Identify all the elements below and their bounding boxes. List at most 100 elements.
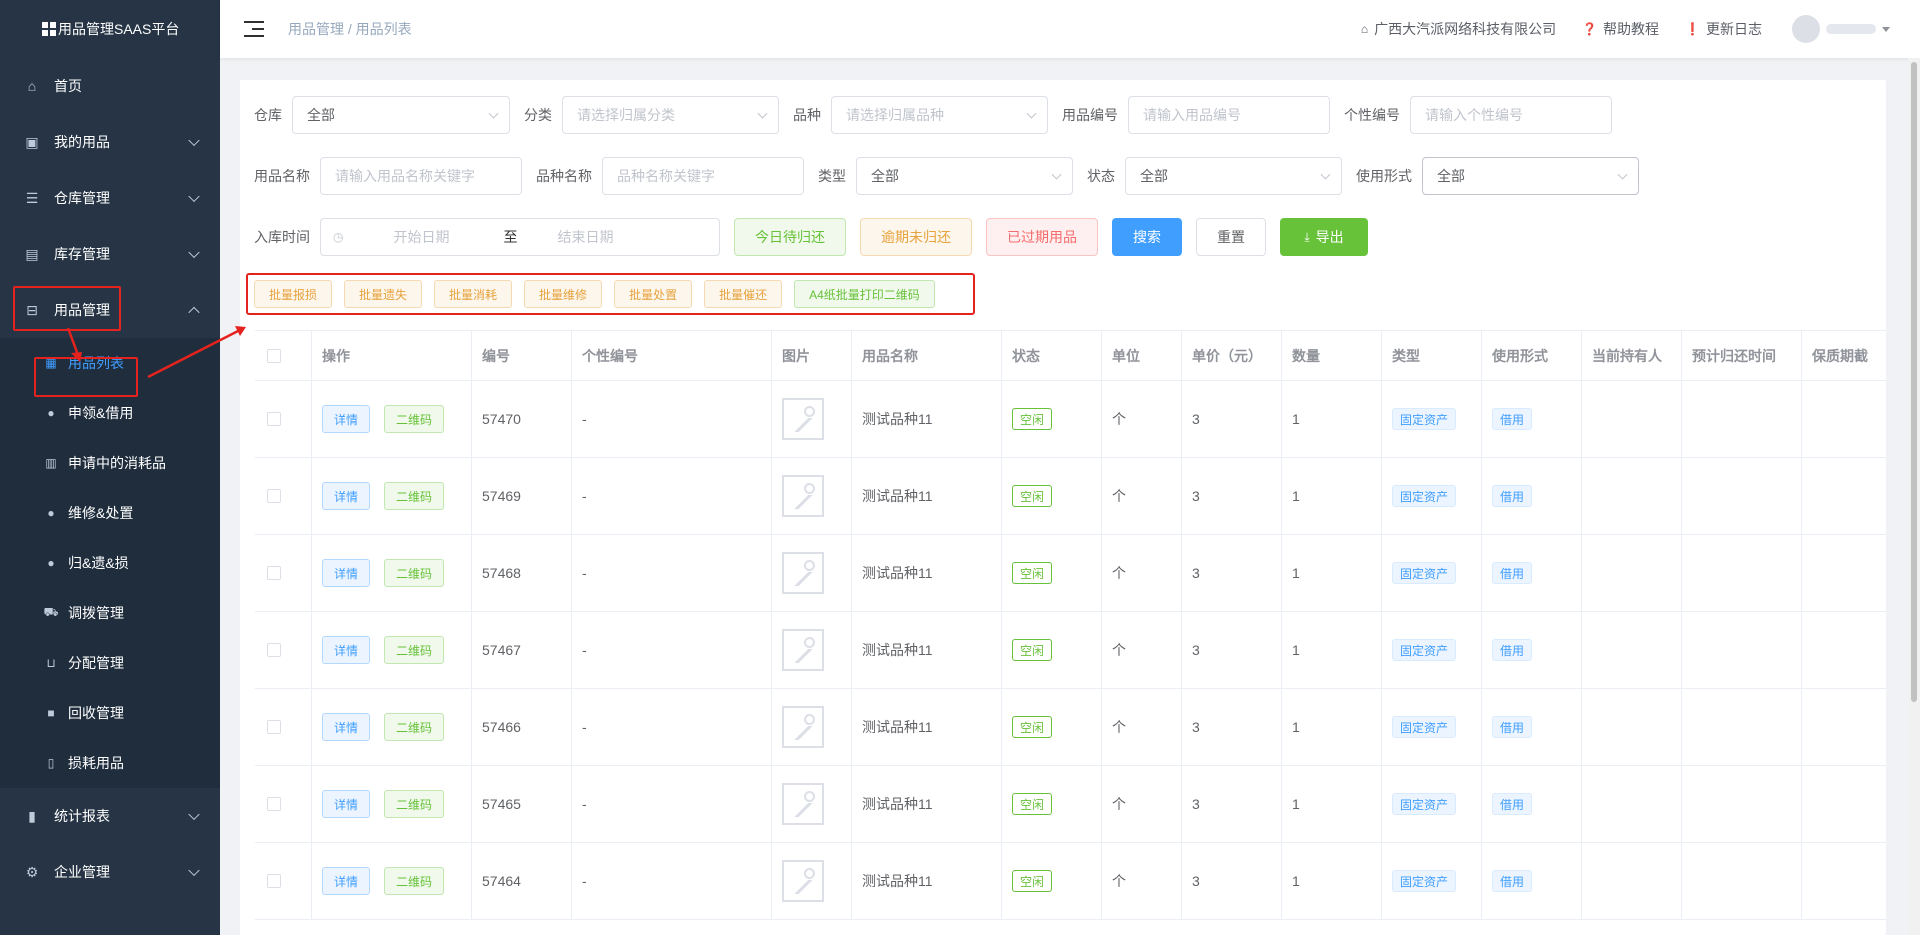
detail-button[interactable]: 详情 [322,713,371,741]
image-placeholder-icon[interactable] [782,706,824,748]
detail-button[interactable]: 详情 [322,867,371,895]
sidebar-sub-item-damaged[interactable]: ▯ 损耗用品 [0,738,220,788]
image-placeholder-icon[interactable] [782,860,824,902]
detail-button[interactable]: 详情 [322,636,371,664]
variety-name-input[interactable]: 品种名称关键字 [602,157,804,195]
name-cell: 测试品种11 [852,381,1002,457]
sidebar-sub-item-recycle[interactable]: ■ 回收管理 [0,688,220,738]
user-icon: ● [47,556,55,570]
sidebar-sub-item-repair[interactable]: ● 维修&处置 [0,488,220,538]
return-time-cell [1682,689,1802,765]
qrcode-button[interactable]: 二维码 [384,713,445,741]
batch-consume-button[interactable]: 批量消耗 [434,280,513,308]
price-cell: 3 [1182,612,1282,688]
page-scrollbar[interactable] [1908,58,1920,935]
table-row: 详情 二维码 57468- 测试品种11 空闲个 3 1 固定资产 借用 [255,535,1886,612]
actions-cell: 详情 二维码 [312,843,472,919]
row-checkbox[interactable] [267,489,281,503]
batch-lost-button[interactable]: 批量遗失 [344,280,423,308]
detail-button[interactable]: 详情 [322,482,371,510]
row-checkbox[interactable] [267,566,281,580]
image-placeholder-icon[interactable] [782,783,824,825]
sidebar-item-enterprise[interactable]: ⚙ 企业管理 [0,844,220,900]
sidebar-item-inventory[interactable]: ▤ 库存管理 [0,226,220,282]
batch-repair-button[interactable]: 批量维修 [524,280,603,308]
sidebar-item-home[interactable]: ⌂ 首页 [0,58,220,114]
category-select[interactable]: 请选择归属分类 [562,96,779,134]
variety-select[interactable]: 请选择归属品种 [831,96,1048,134]
return-time-cell [1682,843,1802,919]
detail-button[interactable]: 详情 [322,405,371,433]
batch-report-damage-button[interactable]: 批量报损 [254,280,333,308]
usage-cell: 借用 [1482,689,1582,765]
item-code-input[interactable]: 请输入用品编号 [1128,96,1330,134]
detail-button[interactable]: 详情 [322,790,371,818]
qrcode-button[interactable]: 二维码 [384,636,445,664]
batch-dispose-button[interactable]: 批量处置 [614,280,693,308]
help-link[interactable]: ❓ 帮助教程 [1582,19,1659,39]
warehouse-value: 全部 [307,107,335,123]
qrcode-button[interactable]: 二维码 [384,405,445,433]
row-checkbox[interactable] [267,643,281,657]
qrcode-button[interactable]: 二维码 [384,790,445,818]
breadcrumb-root[interactable]: 用品管理 [288,21,344,37]
batch-print-qrcode-button[interactable]: A4纸批量打印二维码 [794,280,935,308]
reset-button[interactable]: 重置 [1196,218,1266,256]
type-cell: 固定资产 [1382,689,1482,765]
item-code-placeholder: 请输入用品编号 [1143,107,1241,123]
hamburger-menu-icon[interactable] [244,21,264,37]
row-checkbox[interactable] [267,797,281,811]
row-checkbox[interactable] [267,412,281,426]
changelog-link[interactable]: ❗ 更新日志 [1685,19,1762,39]
overdue-button[interactable]: 逾期未归还 [860,218,972,256]
image-placeholder-icon[interactable] [782,552,824,594]
sidebar-sub-item-transfer[interactable]: ⛟ 调拨管理 [0,588,220,638]
row-checkbox[interactable] [267,720,281,734]
id-cell: 57465 [472,766,572,842]
expired-button[interactable]: 已过期用品 [986,218,1098,256]
usage-select[interactable]: 全部 [1422,157,1639,195]
chevron-down-icon [1026,108,1037,119]
item-name-input[interactable]: 请输入用品名称关键字 [320,157,522,195]
user-icon: ● [47,506,55,520]
chevron-up-icon [188,306,200,319]
export-button[interactable]: ⤓ 导出 [1280,218,1368,256]
return-time-cell [1682,381,1802,457]
price-cell: 3 [1182,766,1282,842]
warehouse-select[interactable]: 全部 [292,96,510,134]
qrcode-button[interactable]: 二维码 [384,482,445,510]
custom-code-input[interactable]: 请输入个性编号 [1410,96,1612,134]
type-badge: 固定资产 [1392,408,1457,430]
type-select[interactable]: 全部 [856,157,1073,195]
image-placeholder-icon[interactable] [782,629,824,671]
row-checkbox[interactable] [267,874,281,888]
top-right-nav: ⌂ 广西大汽派网络科技有限公司 ❓ 帮助教程 ❗ 更新日志 [1361,15,1890,43]
due-today-button[interactable]: 今日待归还 [734,218,846,256]
scrollbar-thumb[interactable] [1911,62,1917,702]
image-placeholder-icon[interactable] [782,398,824,440]
suitcase-icon: ▤ [25,245,39,262]
qrcode-button[interactable]: 二维码 [384,867,445,895]
batch-remind-button[interactable]: 批量催还 [704,280,783,308]
sidebar-sub-item-pending-consumables[interactable]: ▥ 申请中的消耗品 [0,438,220,488]
image-placeholder-icon[interactable] [782,475,824,517]
sidebar-item-my-items[interactable]: ▣ 我的用品 [0,114,220,170]
user-menu[interactable] [1788,15,1890,43]
variety-name-label: 品种名称 [536,168,592,184]
sidebar-item-warehouse[interactable]: ☰ 仓库管理 [0,170,220,226]
company-link[interactable]: ⌂ 广西大汽派网络科技有限公司 [1361,19,1556,39]
select-all-checkbox[interactable] [267,348,281,363]
detail-button[interactable]: 详情 [322,559,371,587]
status-select[interactable]: 全部 [1125,157,1342,195]
date-range-picker[interactable]: ◷ 开始日期 至 结束日期 [320,218,720,256]
usage-badge: 借用 [1492,408,1533,430]
custom-code-label: 个性编号 [1344,107,1400,123]
sidebar-sub-item-return-lost[interactable]: ● 归&遗&损 [0,538,220,588]
qrcode-button[interactable]: 二维码 [384,559,445,587]
holder-cell [1582,689,1682,765]
select-all-cell [255,331,312,380]
type-cell: 固定资产 [1382,766,1482,842]
sidebar-sub-item-allocation[interactable]: ⊔ 分配管理 [0,638,220,688]
sidebar-item-reports[interactable]: ▮ 统计报表 [0,788,220,844]
search-button[interactable]: 搜索 [1112,218,1182,256]
